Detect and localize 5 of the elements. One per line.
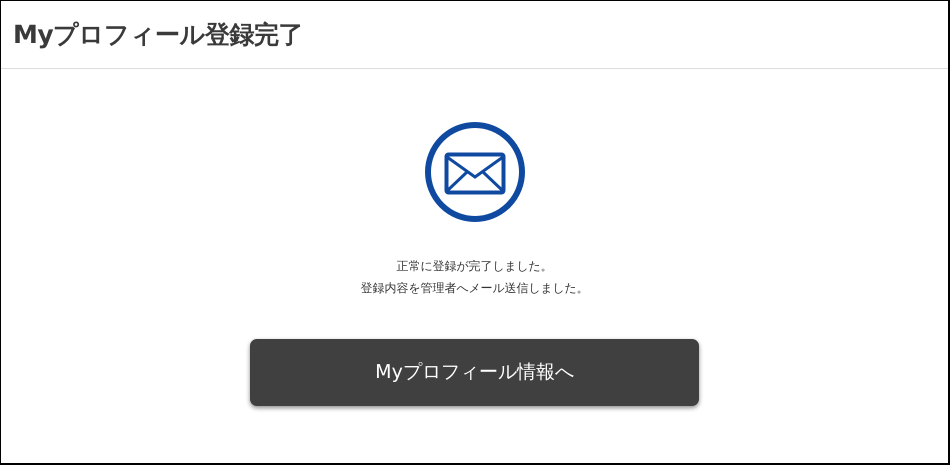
message-text: 登録内容を管理者へメール送信しました。 [360, 280, 588, 297]
page-title: Myプロフィール登録完了 [13, 20, 304, 50]
profile-info-button[interactable]: Myプロフィール情報へ [250, 339, 699, 406]
mail-icon [424, 121, 526, 223]
message-text: 正常に登録が完了しました。 [396, 258, 554, 275]
